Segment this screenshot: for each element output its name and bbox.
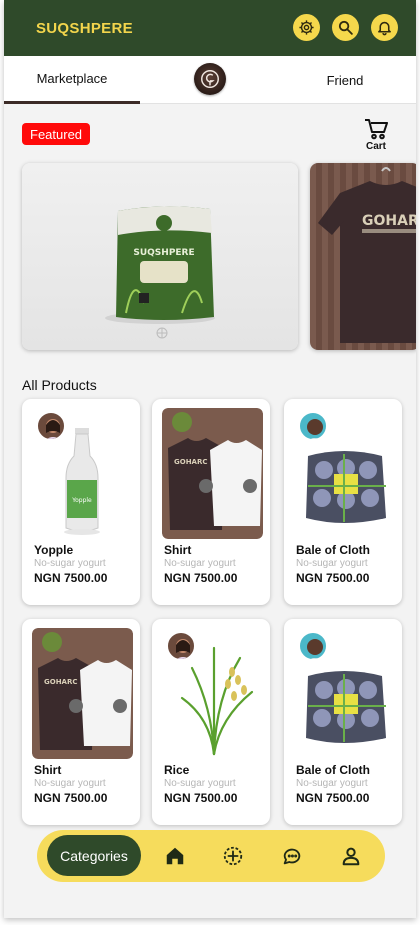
product-card[interactable]: Bale of Cloth No-sugar yogurt NGN 7500.0… <box>284 399 402 605</box>
product-description: No-sugar yogurt <box>164 558 236 569</box>
product-image: GOHARC <box>32 628 133 759</box>
home-icon <box>166 847 184 865</box>
featured-item-shirt[interactable]: GOHARC <box>310 163 416 350</box>
product-name: Yopple <box>34 543 74 557</box>
product-description: No-sugar yogurt <box>296 778 368 789</box>
chat-icon <box>283 848 301 865</box>
shirt-image: GOHARC <box>318 167 416 343</box>
nav-profile[interactable] <box>339 844 363 868</box>
product-price: NGN 7500.00 <box>296 791 370 805</box>
product-description: No-sugar yogurt <box>34 558 106 569</box>
cart-label: Cart <box>365 141 386 152</box>
product-card[interactable]: Bale of Cloth No-sugar yogurt NGN 7500.0… <box>284 619 402 825</box>
section-title-all-products: All Products <box>22 377 97 393</box>
svg-text:GOHARC: GOHARC <box>44 678 78 686</box>
search-icon <box>338 20 353 35</box>
app-logo[interactable] <box>194 63 226 95</box>
product-name: Shirt <box>34 763 62 777</box>
featured-badge: Featured <box>22 123 91 145</box>
categories-button[interactable]: Categories <box>47 835 141 876</box>
seller-avatar[interactable] <box>36 411 66 441</box>
tab-marketplace[interactable]: Marketplace <box>4 56 140 104</box>
app-title: SUQSHPERE <box>36 19 133 37</box>
gear-icon <box>299 20 314 35</box>
product-card[interactable]: GOHARC Shirt No-sugar yogurt NGN 7500.00 <box>22 619 140 825</box>
logo-icon <box>201 70 219 88</box>
app-screen: SUQSHPERE Marketplace Friend Featured Ca… <box>4 0 416 918</box>
product-name: Bale of Cloth <box>296 763 370 777</box>
product-price: NGN 7500.00 <box>164 571 238 585</box>
product-price: NGN 7500.00 <box>296 571 370 585</box>
seller-avatar[interactable] <box>298 631 328 661</box>
nav-chat[interactable] <box>280 844 304 868</box>
nav-add[interactable] <box>221 844 245 868</box>
product-card[interactable]: GOHARC Shirt No-sugar yogurt NGN 7500.00 <box>152 399 270 605</box>
product-card[interactable]: Yopple Yopple No-sugar yogurt NGN 7500.0… <box>22 399 140 605</box>
product-description: No-sugar yogurt <box>164 778 236 789</box>
product-description: No-sugar yogurt <box>296 558 368 569</box>
featured-item-rice[interactable]: SUQSHPERE <box>22 163 298 350</box>
cart-icon <box>365 119 388 140</box>
app-header: SUQSHPERE <box>4 0 416 56</box>
header-actions <box>293 14 398 41</box>
seller-avatar[interactable] <box>298 411 328 441</box>
search-button[interactable] <box>332 14 359 41</box>
product-name: Rice <box>164 763 190 777</box>
rice-bag-image: SUQSHPERE <box>105 206 215 339</box>
seller-avatar[interactable] <box>166 631 196 661</box>
settings-button[interactable] <box>293 14 320 41</box>
tab-bar: Marketplace Friend <box>4 56 416 104</box>
svg-text:GOHARC: GOHARC <box>362 213 416 229</box>
svg-text:Yopple: Yopple <box>71 497 92 504</box>
tab-friend[interactable]: Friend <box>282 56 408 104</box>
nav-home[interactable] <box>163 844 187 868</box>
product-card[interactable]: Rice No-sugar yogurt NGN 7500.00 <box>152 619 270 825</box>
product-image: GOHARC <box>162 408 263 539</box>
product-price: NGN 7500.00 <box>164 791 238 805</box>
product-price: NGN 7500.00 <box>34 791 108 805</box>
bottom-nav: Categories <box>37 830 385 882</box>
product-description: No-sugar yogurt <box>34 778 106 789</box>
cart-button[interactable]: Cart <box>359 118 393 152</box>
product-name: Shirt <box>164 543 192 557</box>
bell-icon <box>378 21 391 36</box>
product-price: NGN 7500.00 <box>34 571 108 585</box>
add-icon <box>223 846 243 866</box>
svg-text:GOHARC: GOHARC <box>174 458 208 466</box>
profile-icon <box>342 847 360 866</box>
svg-text:SUQSHPERE: SUQSHPERE <box>133 248 194 258</box>
product-name: Bale of Cloth <box>296 543 370 557</box>
notifications-button[interactable] <box>371 14 398 41</box>
